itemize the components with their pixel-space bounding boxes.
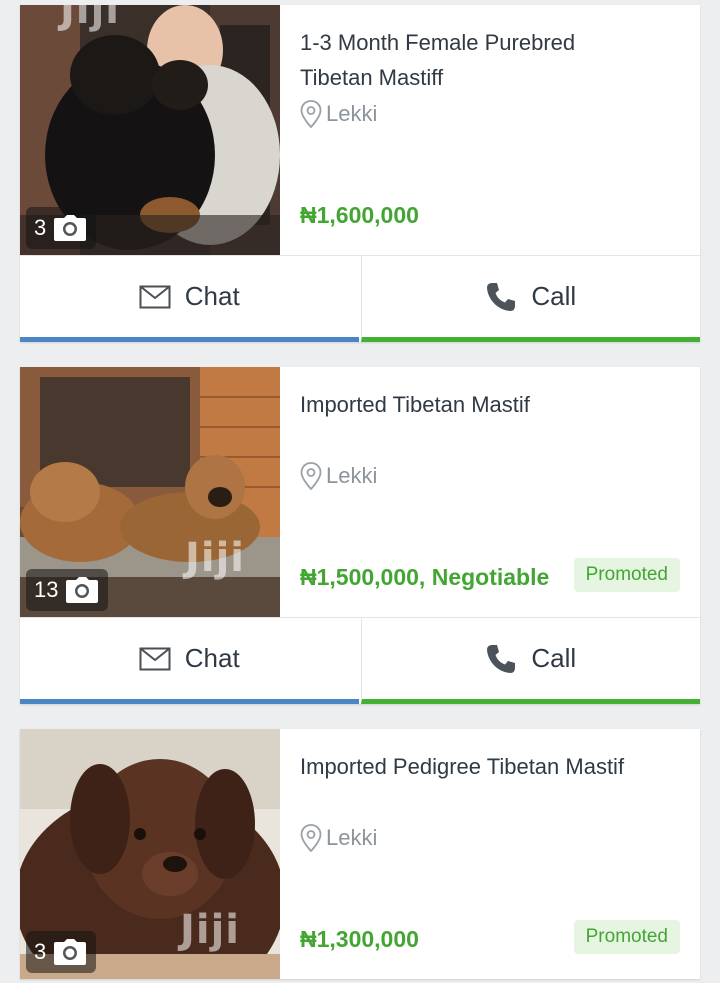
photo-count-badge: 13	[26, 569, 109, 611]
photo-count-value: 13	[34, 577, 59, 602]
camera-icon	[66, 577, 99, 603]
photo-count-badge: 3	[26, 931, 97, 973]
location-text: Lekki	[326, 463, 378, 488]
listing-card[interactable]: Jiji 3 Imported Pedigree Tibetan Mastif …	[20, 729, 700, 979]
price: ₦1,600,000	[300, 202, 419, 228]
location: Lekki	[300, 462, 377, 490]
listing-feed: Jiji 3 1-3 Month Female Purebred Tibetan…	[0, 0, 720, 983]
listing-photo[interactable]: Jiji 13	[20, 367, 280, 617]
location-text: Lekki	[326, 825, 378, 850]
location: Lekki	[300, 100, 377, 128]
call-button[interactable]: Call	[360, 256, 700, 342]
watermark-logo: Jiji	[180, 907, 241, 953]
listing-title[interactable]: Imported Tibetan Mastif	[300, 387, 680, 422]
chat-button[interactable]: Chat	[20, 256, 359, 342]
chat-label: Chat	[184, 281, 240, 311]
promoted-badge: Promoted	[573, 920, 680, 954]
title-line: Tibetan Mastiff	[300, 65, 444, 90]
envelope-icon	[139, 647, 171, 671]
title-line: Imported Pedigree Tibetan Mastif	[300, 754, 625, 779]
listing-title[interactable]: 1-3 Month Female Purebred Tibetan Mastif…	[300, 25, 680, 95]
location-pin-icon	[300, 100, 322, 128]
phone-icon	[485, 643, 517, 675]
call-label: Call	[531, 643, 577, 673]
title-line: 1-3 Month Female Purebred	[300, 30, 576, 55]
location-pin-icon	[300, 462, 322, 490]
call-button[interactable]: Call	[360, 618, 700, 704]
listing-card[interactable]: Jiji 13 Imported Tibetan Mastif Lekki ₦1…	[20, 367, 700, 704]
location: Lekki	[300, 824, 377, 852]
promoted-badge: Promoted	[573, 558, 680, 592]
listing-card[interactable]: Jiji 3 1-3 Month Female Purebred Tibetan…	[20, 5, 700, 342]
chat-label: Chat	[184, 643, 240, 673]
photo-count-badge: 3	[26, 207, 97, 249]
title-line: Imported Tibetan Mastif	[300, 392, 530, 417]
call-label: Call	[531, 281, 577, 311]
listing-photo[interactable]: Jiji 3	[20, 729, 280, 979]
location-text: Lekki	[326, 101, 378, 126]
photo-count-value: 3	[34, 939, 47, 964]
watermark-logo: Jiji	[185, 535, 246, 581]
price: ₦1,300,000	[300, 926, 419, 952]
camera-icon	[54, 215, 87, 241]
envelope-icon	[139, 285, 171, 309]
chat-button[interactable]: Chat	[20, 618, 359, 704]
photo-count-value: 3	[34, 215, 47, 240]
phone-icon	[485, 281, 517, 313]
listing-photo[interactable]: Jiji 3	[20, 5, 280, 255]
listing-title[interactable]: Imported Pedigree Tibetan Mastif	[300, 749, 680, 784]
camera-icon	[54, 939, 87, 965]
watermark-logo: Jiji	[60, 5, 121, 33]
location-pin-icon	[300, 824, 322, 852]
price: ₦1,500,000, Negotiable	[300, 564, 550, 590]
